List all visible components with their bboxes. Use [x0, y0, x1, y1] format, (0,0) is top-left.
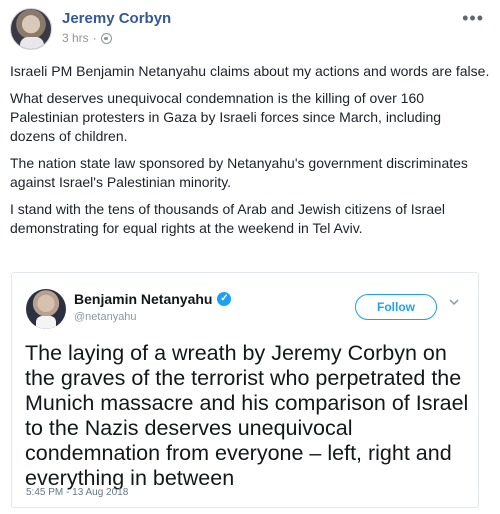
post-paragraph: The nation state law sponsored by Netany… [10, 155, 468, 190]
chevron-down-icon[interactable] [449, 297, 459, 307]
post-paragraph: What deserves unequivocal condemnation i… [10, 90, 442, 144]
verified-icon: ✓ [217, 292, 232, 306]
tweet-author-name: Benjamin Netanyahu [74, 291, 213, 307]
tweet-text: The laying of a wreath by Jeremy Corbyn … [25, 341, 469, 490]
post-paragraph: I stand with the tens of thousands of Ar… [10, 201, 446, 236]
tweet-handle[interactable]: @netanyahu [74, 311, 137, 323]
post-body: Israeli PM Benjamin Netanyahu claims abo… [10, 62, 490, 246]
tweet-author[interactable]: Benjamin Netanyahu ✓ [74, 291, 232, 307]
tweet-timestamp[interactable]: 5:45 PM - 13 Aug 2018 [26, 487, 128, 498]
post-header: Jeremy Corbyn 3 hrs · ••• [10, 8, 490, 52]
follow-button[interactable]: Follow [355, 294, 437, 320]
meta-separator: · [92, 31, 97, 45]
post-time[interactable]: 3 hrs [62, 31, 89, 45]
more-dots-icon[interactable]: ••• [462, 8, 484, 29]
facebook-post: Jeremy Corbyn 3 hrs · ••• Israeli PM Ben… [0, 0, 500, 514]
tweet-avatar[interactable] [26, 289, 66, 329]
author-name[interactable]: Jeremy Corbyn [62, 10, 171, 27]
author-avatar[interactable] [10, 8, 52, 50]
globe-icon [100, 32, 112, 44]
post-paragraph: Israeli PM Benjamin Netanyahu claims abo… [10, 63, 490, 79]
post-meta: 3 hrs · [62, 31, 112, 45]
embedded-tweet[interactable]: Benjamin Netanyahu ✓ @netanyahu Follow T… [11, 272, 479, 508]
